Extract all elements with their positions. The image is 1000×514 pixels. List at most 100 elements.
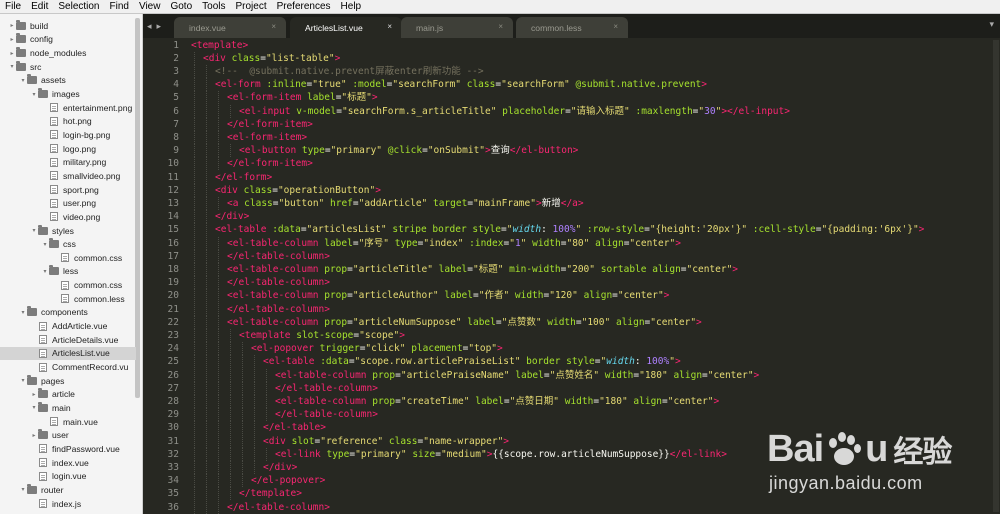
code-line[interactable]: <!-- @submit.native.prevent屏蔽enter刷新功能 -…: [215, 65, 484, 78]
close-icon[interactable]: ×: [387, 22, 392, 31]
code-line[interactable]: <el-table-column label="序号" type="index"…: [227, 237, 681, 250]
code-line[interactable]: </el-table-column>: [227, 303, 330, 316]
chevron-down-icon[interactable]: ▾: [8, 63, 16, 70]
tree-folder[interactable]: ▾ styles: [0, 224, 136, 238]
tab-index-vue[interactable]: index.vue ×: [174, 17, 286, 38]
tree-folder[interactable]: ▾ less: [0, 265, 136, 279]
chevron-right-icon[interactable]: ▸: [8, 36, 16, 43]
tab-menu-icon[interactable]: ▾: [989, 19, 994, 30]
tab-articleslist-vue[interactable]: ArticlesList.vue ×: [290, 17, 402, 38]
chevron-down-icon[interactable]: ▾: [41, 268, 49, 275]
code-line[interactable]: <a class="button" href="addArticle" targ…: [227, 197, 584, 210]
chevron-down-icon[interactable]: ▾: [30, 404, 38, 411]
code-line[interactable]: <div class="operationButton">: [215, 184, 381, 197]
tree-folder[interactable]: ▸ user: [0, 429, 136, 443]
chevron-down-icon[interactable]: ▾: [19, 377, 27, 384]
code-line[interactable]: <div slot="reference" class="name-wrappe…: [263, 435, 509, 448]
tree-folder[interactable]: ▾ images: [0, 87, 136, 101]
tree-folder[interactable]: ▾ components: [0, 306, 136, 320]
code-line[interactable]: </div>: [263, 461, 297, 474]
code-line[interactable]: <el-table :data="articlesList" stripe bo…: [215, 223, 924, 236]
tree-file[interactable]: common.less: [0, 292, 136, 306]
tree-file[interactable]: findPassword.vue: [0, 442, 136, 456]
code-line[interactable]: </el-table>: [263, 421, 326, 434]
tree-file[interactable]: common.css: [0, 278, 136, 292]
code-line[interactable]: </el-table-column>: [227, 501, 330, 514]
code-line[interactable]: <el-table-column prop="articleTitle" lab…: [227, 263, 738, 276]
tree-folder[interactable]: ▸ node_modules: [0, 46, 136, 60]
tree-file[interactable]: military.png: [0, 156, 136, 170]
tree-file[interactable]: index.js: [0, 497, 136, 511]
chevron-right-icon[interactable]: ▸: [30, 432, 38, 439]
code-line[interactable]: <el-popover trigger="click" placement="t…: [251, 342, 503, 355]
menu-item-selection[interactable]: Selection: [53, 0, 104, 14]
menu-item-project[interactable]: Project: [231, 0, 272, 14]
tree-file[interactable]: CommentRecord.vu: [0, 360, 136, 374]
code-line[interactable]: </template>: [239, 487, 302, 500]
menu-item-edit[interactable]: Edit: [26, 0, 53, 14]
chevron-down-icon[interactable]: ▾: [41, 241, 49, 248]
tree-file[interactable]: entertainment.png: [0, 101, 136, 115]
code-line[interactable]: </el-form-item>: [227, 157, 313, 170]
tree-folder[interactable]: ▸ build: [0, 19, 136, 33]
chevron-right-icon[interactable]: ▸: [30, 391, 38, 398]
code-line[interactable]: <el-button type="primary" @click="onSubm…: [239, 144, 578, 157]
tab-next-icon[interactable]: ▸: [157, 21, 162, 32]
menu-item-find[interactable]: Find: [105, 0, 134, 14]
code-line[interactable]: <el-table-column prop="articleAuthor" la…: [227, 289, 669, 302]
code-line[interactable]: <el-form-item label="标题">: [227, 91, 378, 104]
tab-common-less[interactable]: common.less ×: [516, 17, 628, 38]
code-line[interactable]: </el-table-column>: [227, 250, 330, 263]
code-line[interactable]: <el-table-column prop="articlePraiseName…: [275, 369, 759, 382]
close-icon[interactable]: ×: [271, 22, 276, 31]
close-icon[interactable]: ×: [498, 22, 503, 31]
tab-main-js[interactable]: main.js ×: [401, 17, 513, 38]
chevron-down-icon[interactable]: ▾: [30, 91, 38, 98]
tree-folder[interactable]: ▾ assets: [0, 74, 136, 88]
code-line[interactable]: <el-form :inline="true" :model="searchFo…: [215, 78, 707, 91]
tree-file[interactable]: user.png: [0, 196, 136, 210]
tree-file[interactable]: common.css: [0, 251, 136, 265]
close-icon[interactable]: ×: [613, 22, 618, 31]
code-line[interactable]: </el-table-column>: [275, 408, 378, 421]
chevron-down-icon[interactable]: ▾: [19, 77, 27, 84]
chevron-down-icon[interactable]: ▾: [19, 486, 27, 493]
code-line[interactable]: </el-popover>: [251, 474, 325, 487]
menu-item-goto[interactable]: Goto: [165, 0, 197, 14]
code-line[interactable]: <template>: [191, 39, 248, 52]
code-line[interactable]: </div>: [215, 210, 249, 223]
editor-scrollbar[interactable]: [993, 40, 999, 512]
tree-file[interactable]: ArticlesList.vue: [0, 346, 136, 361]
code-line[interactable]: <el-table-column prop="createTime" label…: [275, 395, 719, 408]
code-line[interactable]: <div class="list-table">: [203, 52, 340, 65]
tree-file[interactable]: smallvideo.png: [0, 169, 136, 183]
menu-item-view[interactable]: View: [134, 0, 166, 14]
tree-folder[interactable]: ▾ router: [0, 483, 136, 497]
code-line[interactable]: <el-link type="primary" size="medium">{{…: [275, 448, 727, 461]
code-line[interactable]: </el-form-item>: [227, 118, 313, 131]
chevron-down-icon[interactable]: ▾: [30, 227, 38, 234]
menu-item-tools[interactable]: Tools: [197, 0, 230, 14]
tree-file[interactable]: login.vue: [0, 469, 136, 483]
code-editor[interactable]: 1 2 3 4 5 6 7 8 9 10 11 12 13 14 15 16 17 18 19 20 21 22 23 24 2…: [143, 38, 1000, 514]
tree-folder[interactable]: ▸ article: [0, 388, 136, 402]
code-line[interactable]: </el-table-column>: [275, 382, 378, 395]
code-line[interactable]: <el-table :data="scope.row.articlePraise…: [263, 355, 681, 368]
tree-folder[interactable]: ▸ config: [0, 33, 136, 47]
tree-file[interactable]: hot.png: [0, 115, 136, 129]
tree-file[interactable]: AddArticle.vue: [0, 319, 136, 333]
tree-file[interactable]: video.png: [0, 210, 136, 224]
code-line[interactable]: </el-table-column>: [227, 276, 330, 289]
tree-file[interactable]: index.vue: [0, 456, 136, 470]
tree-file[interactable]: login-bg.png: [0, 128, 136, 142]
code-line[interactable]: <el-input v-model="searchForm.s_articleT…: [239, 105, 790, 118]
tree-file[interactable]: sport.png: [0, 183, 136, 197]
code-line[interactable]: <el-table-column prop="articleNumSuppose…: [227, 316, 702, 329]
chevron-right-icon[interactable]: ▸: [8, 22, 16, 29]
menu-item-preferences[interactable]: Preferences: [272, 0, 336, 14]
code-line[interactable]: <el-form-item>: [227, 131, 307, 144]
tree-folder[interactable]: ▾ src: [0, 60, 136, 74]
tree-folder[interactable]: ▾ main: [0, 401, 136, 415]
tab-prev-icon[interactable]: ◂: [147, 21, 152, 32]
code-line[interactable]: <template slot-scope="scope">: [239, 329, 405, 342]
